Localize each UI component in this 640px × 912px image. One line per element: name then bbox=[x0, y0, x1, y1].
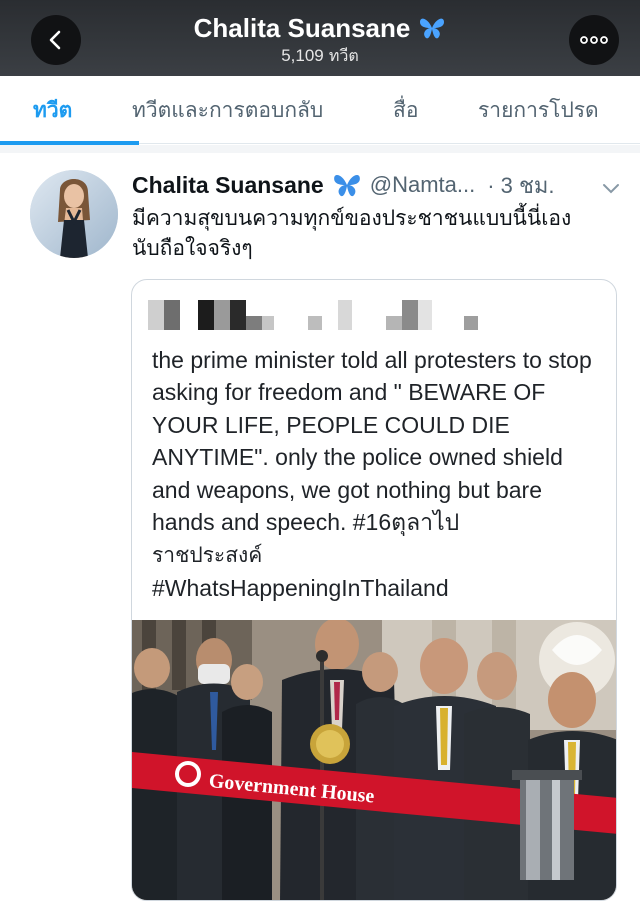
quoted-tweet-photo[interactable]: Government House bbox=[132, 620, 616, 900]
blue-butterfly-icon bbox=[332, 172, 362, 198]
avatar[interactable] bbox=[30, 170, 118, 258]
back-button[interactable] bbox=[31, 15, 81, 65]
tweet-text-line: นับถือใจจริงๆ bbox=[132, 236, 253, 260]
tweet-author-name[interactable]: Chalita Suansane bbox=[132, 172, 324, 199]
section-divider bbox=[0, 145, 640, 153]
chevron-left-icon bbox=[49, 30, 61, 50]
quoted-tweet-card[interactable]: the prime minister told all protesters t… bbox=[131, 279, 617, 901]
tweet-text-line: มีความสุขบนความทุกข์ของประชาชนแบบนี้นี่เ… bbox=[132, 206, 572, 230]
tweet-timestamp[interactable]: · 3 ชม. bbox=[487, 168, 554, 203]
tweet-author-handle[interactable]: @Namta... bbox=[370, 172, 475, 198]
profile-title-block: Chalita Suansane 5,109 ทวีต bbox=[120, 12, 520, 67]
tweet-count: 5,109 ทวีต bbox=[120, 45, 520, 67]
profile-name: Chalita Suansane bbox=[193, 13, 411, 43]
profile-tabs: ทวีต ทวีตและการตอบกลับ สื่อ รายการโปรด bbox=[0, 76, 640, 144]
tweet-count-number: 5,109 bbox=[281, 46, 324, 65]
profile-title: Chalita Suansane bbox=[194, 12, 447, 44]
tweet-count-unit: ทวีต bbox=[328, 46, 359, 65]
profile-header: Chalita Suansane 5,109 ทวีต bbox=[0, 0, 640, 76]
tab-likes[interactable]: รายการโปรด bbox=[478, 94, 599, 127]
quoted-tweet-thai-text: ราชประสงค์ bbox=[152, 543, 263, 568]
quoted-tweet-body: the prime minister told all protesters t… bbox=[152, 347, 592, 536]
tab-media[interactable]: สื่อ bbox=[393, 94, 418, 127]
ellipsis-icon bbox=[580, 36, 608, 44]
hashtag-link[interactable]: #WhatsHappeningInThailand bbox=[152, 575, 449, 601]
tweet-text: มีความสุขบนความทุกข์ของประชาชนแบบนี้นี่เ… bbox=[132, 203, 622, 263]
quoted-tweet-text: the prime minister told all protesters t… bbox=[152, 344, 602, 604]
tab-tweets-and-replies[interactable]: ทวีตและการตอบกลับ bbox=[132, 94, 323, 127]
chevron-down-icon[interactable] bbox=[602, 176, 620, 200]
more-button[interactable] bbox=[569, 15, 619, 65]
pixelated-author-redaction bbox=[148, 300, 488, 330]
tweet-header: Chalita Suansane @Namta... · 3 ชม. bbox=[132, 170, 624, 200]
blue-butterfly-icon bbox=[420, 18, 445, 39]
tab-tweets[interactable]: ทวีต bbox=[33, 94, 72, 127]
